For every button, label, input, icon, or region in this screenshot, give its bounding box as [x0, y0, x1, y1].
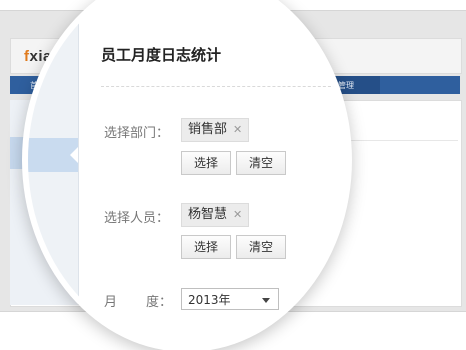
department-clear-button[interactable]: 清空	[236, 151, 286, 175]
month-label-a: 月	[104, 295, 118, 310]
person-label: 选择人员：	[104, 211, 170, 226]
month-select[interactable]: 2013年	[181, 288, 279, 310]
department-tag: 销售部 ✕	[181, 118, 250, 142]
close-icon[interactable]: ✕	[233, 123, 242, 136]
person-tag-text: 杨智慧	[188, 207, 228, 222]
person-select-button[interactable]: 选择	[181, 235, 231, 259]
person-tag: 杨智慧 ✕	[181, 203, 250, 227]
department-tag-text: 销售部	[188, 122, 228, 137]
magnifier-lens: 员工月度日志统计 选择部门： 销售部 ✕ 选择 清空 选择人员： 杨智慧 ✕ 选择 …	[28, 0, 346, 346]
page-title: 员工月度日志统计	[101, 46, 222, 64]
person-clear-button[interactable]: 清空	[236, 235, 286, 259]
chevron-down-icon	[262, 298, 270, 303]
title-divider	[101, 86, 341, 87]
close-icon[interactable]: ✕	[233, 208, 242, 221]
content-divider	[340, 140, 458, 141]
month-select-value: 2013年	[188, 293, 231, 307]
department-label: 选择部门：	[104, 126, 170, 141]
month-label-b: 度：	[146, 295, 173, 310]
department-select-button[interactable]: 选择	[181, 151, 231, 175]
